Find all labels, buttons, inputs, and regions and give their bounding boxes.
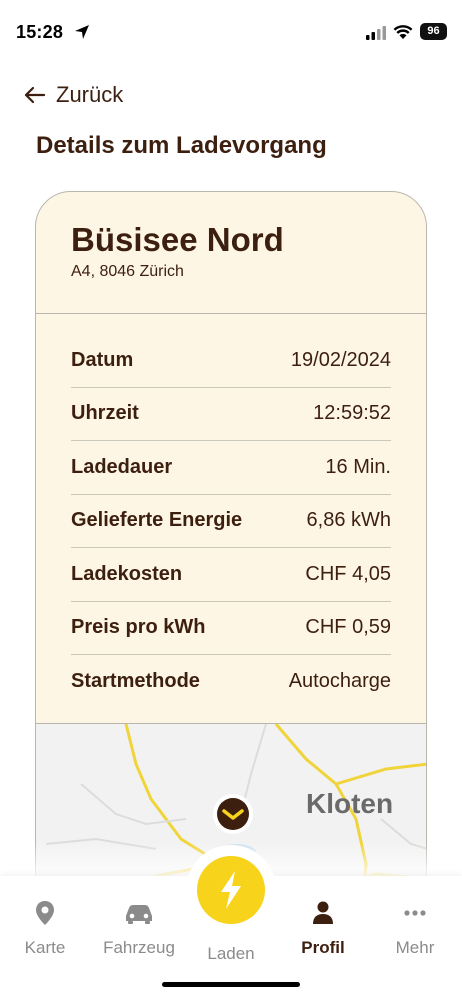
detail-label: Startmethode (71, 670, 200, 693)
detail-value: Autocharge (288, 670, 391, 693)
map-city-label: Kloten (306, 788, 394, 819)
detail-row-energy: Gelieferte Energie 6,86 kWh (71, 495, 391, 548)
tab-laden[interactable]: Laden (186, 934, 276, 964)
station-name: Büsisee Nord (71, 221, 284, 258)
map-pin-icon (36, 901, 54, 925)
detail-row-duration: Ladedauer 16 Min. (71, 441, 391, 495)
charge-button[interactable] (186, 845, 276, 935)
detail-label: Datum (71, 348, 134, 371)
detail-label: Preis pro kWh (71, 616, 206, 639)
tab-label: Mehr (395, 938, 435, 957)
home-indicator (162, 982, 300, 987)
detail-row-start-method: Startmethode Autocharge (71, 655, 391, 709)
tab-label: Laden (207, 944, 255, 963)
location-arrow-icon (75, 25, 89, 39)
station-marker-icon[interactable] (211, 792, 255, 836)
detail-label: Gelieferte Energie (71, 509, 243, 532)
arrow-left-icon (24, 86, 46, 104)
person-icon (313, 901, 333, 924)
detail-row-time: Uhrzeit 12:59:52 (71, 388, 391, 441)
lightning-icon (221, 871, 241, 909)
page-title: Details zum Ladevorgang (36, 132, 327, 159)
detail-label: Ladedauer (71, 455, 173, 478)
station-header: Büsisee Nord A4, 8046 Zürich (36, 192, 426, 314)
signal-icon (366, 26, 386, 40)
more-dots-icon (404, 910, 426, 916)
wifi-icon (393, 25, 413, 39)
detail-value: 12:59:52 (313, 402, 391, 425)
tab-profil[interactable]: Profil (278, 898, 368, 958)
detail-value: CHF 0,59 (305, 616, 391, 639)
charging-session-card: Büsisee Nord A4, 8046 Zürich Datum 19/02… (35, 191, 427, 911)
detail-label: Ladekosten (71, 562, 183, 585)
station-address: A4, 8046 Zürich (71, 263, 184, 280)
tab-karte[interactable]: Karte (0, 898, 90, 958)
detail-value: CHF 4,05 (305, 562, 391, 585)
tab-fahrzeug[interactable]: Fahrzeug (94, 898, 184, 958)
detail-label: Uhrzeit (71, 402, 139, 425)
tab-label: Profil (301, 938, 345, 957)
charge-button-face (197, 856, 265, 924)
detail-row-price-per-kwh: Preis pro kWh CHF 0,59 (71, 602, 391, 655)
back-label: Zurück (56, 82, 124, 107)
details-list: Datum 19/02/2024 Uhrzeit 12:59:52 Ladeda… (36, 314, 426, 709)
back-button[interactable]: Zurück (22, 80, 123, 110)
status-time: 15:28 (16, 22, 64, 42)
tab-mehr[interactable]: Mehr (370, 898, 460, 958)
car-icon (126, 905, 152, 924)
detail-value: 6,86 kWh (306, 509, 391, 532)
detail-value: 19/02/2024 (290, 348, 391, 371)
tab-label: Karte (24, 938, 66, 957)
detail-row-cost: Ladekosten CHF 4,05 (71, 548, 391, 602)
battery-indicator: 96 (420, 23, 447, 40)
status-bar: 15:28 96 (0, 0, 462, 60)
detail-value: 16 Min. (325, 455, 391, 478)
tab-label: Fahrzeug (103, 938, 175, 957)
detail-row-date: Datum 19/02/2024 (71, 334, 391, 388)
